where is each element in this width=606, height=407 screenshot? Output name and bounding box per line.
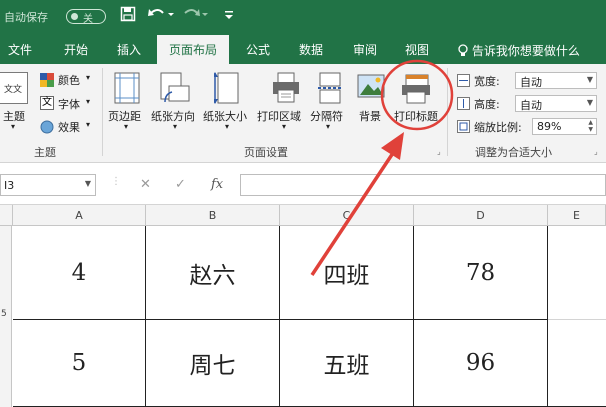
annotation-overlay <box>310 59 454 276</box>
highlight-circle <box>380 59 454 131</box>
annotation-arrow <box>310 149 397 276</box>
